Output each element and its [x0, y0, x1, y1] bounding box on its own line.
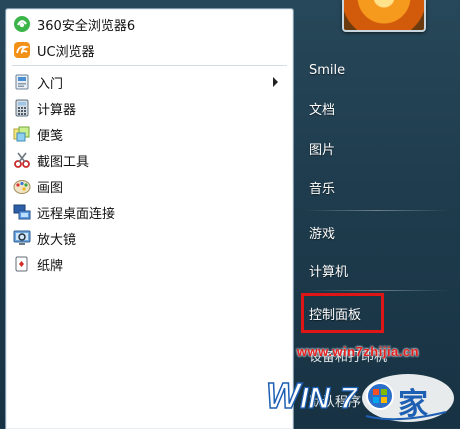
computer-label: 计算机 — [309, 264, 349, 280]
submenu-arrow-icon — [273, 77, 278, 87]
sticky-notes-icon — [13, 125, 31, 143]
program-label: 画图 — [37, 180, 64, 196]
remote-desktop-icon — [13, 203, 31, 221]
program-item-remote-desktop[interactable]: 远程桌面连接 — [10, 199, 286, 225]
program-label: 便笺 — [37, 128, 64, 144]
getting-started-icon — [13, 73, 31, 91]
program-item-snipping-tool[interactable]: 截图工具 — [10, 147, 286, 173]
svg-text:7: 7 — [340, 382, 358, 415]
win7-home-logo: W IN 7 家 — [265, 374, 454, 422]
program-item-magnifier[interactable]: 放大镜 — [10, 225, 286, 251]
snipping-tool-icon — [13, 151, 31, 169]
music-label: 音乐 — [309, 181, 336, 197]
games-label: 游戏 — [309, 226, 336, 242]
right-separator — [304, 210, 450, 211]
program-item-sticky-notes[interactable]: 便笺 — [10, 121, 286, 147]
program-label: 360安全浏览器6 — [37, 18, 136, 34]
program-label: 放大镜 — [37, 232, 77, 248]
program-item-uc-browser[interactable]: UC浏览器 — [10, 37, 286, 63]
computer-link[interactable]: 计算机 — [300, 256, 450, 284]
program-item-paint[interactable]: 画图 — [10, 173, 286, 199]
documents-link[interactable]: 文档 — [300, 94, 450, 122]
documents-label: 文档 — [309, 102, 336, 118]
solitaire-icon — [13, 255, 31, 273]
program-label: 入门 — [37, 76, 64, 92]
right-separator — [304, 290, 450, 291]
user-picture[interactable] — [342, 0, 426, 32]
programs-pane: 360安全浏览器6 UC浏览器 入门 计算器 便笺 截图工具 画图 远程桌面连接… — [5, 8, 294, 429]
program-item-solitaire[interactable]: 纸牌 — [10, 251, 286, 277]
paint-icon — [13, 177, 31, 195]
program-item-calculator[interactable]: 计算器 — [10, 95, 286, 121]
magnifier-icon — [13, 229, 31, 247]
program-label: 远程桌面连接 — [37, 206, 116, 222]
program-label: 纸牌 — [37, 258, 64, 274]
pictures-label: 图片 — [309, 142, 336, 158]
uc-browser-icon — [13, 41, 31, 59]
watermark-url: www.win7zhijia.cn — [296, 344, 420, 359]
pinned-separator — [12, 65, 287, 66]
pictures-link[interactable]: 图片 — [300, 134, 450, 162]
svg-text:W: W — [266, 375, 303, 416]
music-link[interactable]: 音乐 — [300, 173, 450, 201]
user-folder-link[interactable]: Smile — [300, 56, 450, 84]
program-item-360-browser[interactable]: 360安全浏览器6 — [10, 11, 286, 37]
program-label: UC浏览器 — [37, 44, 95, 60]
program-item-getting-started[interactable]: 入门 — [10, 69, 286, 95]
games-link[interactable]: 游戏 — [300, 218, 450, 246]
highlight-box — [301, 293, 384, 333]
calculator-icon — [13, 99, 31, 117]
svg-text:IN: IN — [300, 382, 331, 415]
watermark: www.win7zhijia.cn W IN 7 家 — [258, 340, 458, 428]
360-browser-icon — [13, 15, 31, 33]
program-label: 计算器 — [37, 102, 77, 118]
program-label: 截图工具 — [37, 154, 90, 170]
user-name-label: Smile — [309, 62, 346, 78]
start-menu: 360安全浏览器6 UC浏览器 入门 计算器 便笺 截图工具 画图 远程桌面连接… — [0, 0, 460, 429]
